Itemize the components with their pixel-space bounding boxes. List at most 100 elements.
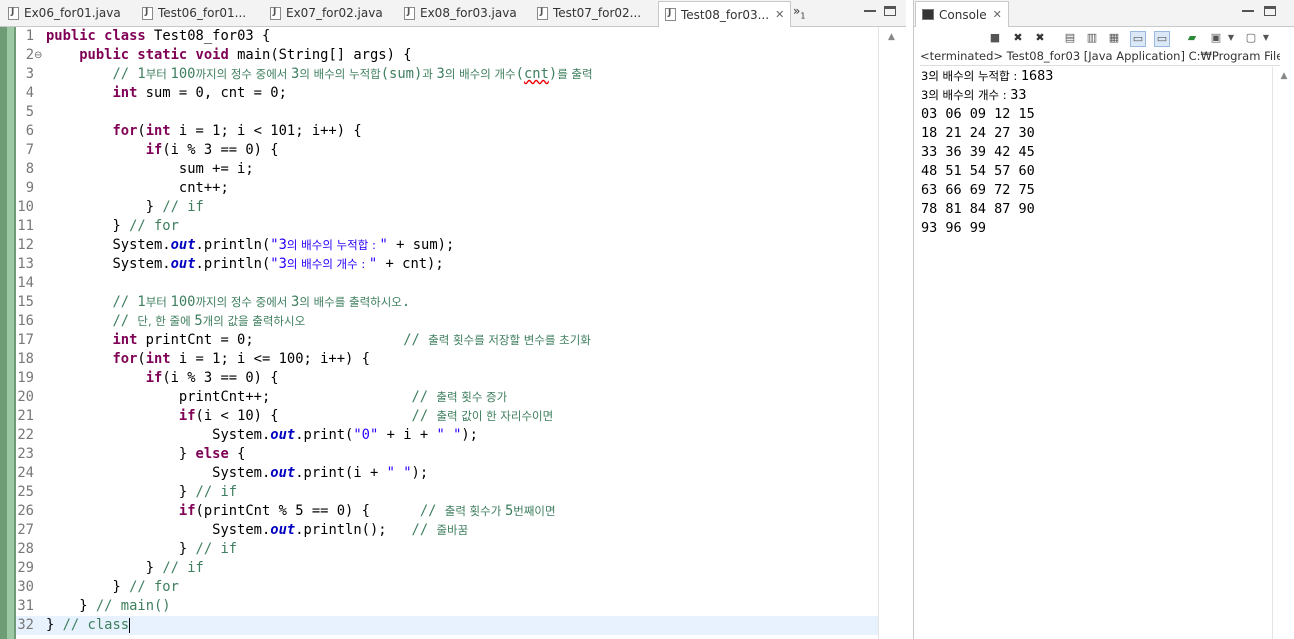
maximize-icon[interactable] <box>1264 6 1276 16</box>
code-line: 17 int printCnt = 0; // 출력 횟수를 저장할 변수를 초… <box>17 332 591 348</box>
code-line: 12 System.out.println("3의 배수의 누적합 : " + … <box>17 237 455 253</box>
word-wrap-icon[interactable]: ▦ <box>1107 31 1121 45</box>
line-number: 11 <box>17 218 34 234</box>
chevron-down-icon[interactable]: ▼ <box>1224 31 1238 45</box>
tab-console[interactable]: Console ✕ <box>915 1 1009 27</box>
close-tab-icon[interactable]: ✕ <box>993 8 1002 21</box>
line-number: 13 <box>17 256 34 272</box>
line-number: 22 <box>17 427 34 443</box>
code-line: 31 } // main() <box>17 598 171 614</box>
line-number: 10 <box>17 199 34 215</box>
tab-ex07-for02[interactable]: Ex07_for02.java <box>270 2 383 24</box>
code-line: 24 System.out.print(i + " "); <box>17 465 429 481</box>
tab-overflow-button[interactable]: »1 <box>793 4 805 20</box>
console-view[interactable]: Console ✕ ■ ✖ ✖ ▤ ▥ ▦ ▭ ▭ ▰ ▣ ▼ ▢ ▼ <term… <box>913 0 1294 639</box>
clear-console-icon[interactable]: ▤ <box>1063 31 1077 45</box>
code-line: 23 } else { <box>17 446 246 462</box>
line-number: 12 <box>17 237 34 253</box>
open-console-icon[interactable]: ▢ <box>1244 31 1258 45</box>
java-file-icon <box>537 6 548 20</box>
line-number: 14 <box>17 275 34 291</box>
line-number: 3 <box>25 66 34 82</box>
chevron-down-icon[interactable]: ▼ <box>1259 31 1273 45</box>
tab-label: Ex08_for03.java <box>420 6 517 20</box>
line-number: 21 <box>17 408 34 424</box>
code-line: 8 sum += i; <box>16 160 254 179</box>
code-line: 18 for(int i = 1; i <= 100; i++) { <box>17 351 370 367</box>
tab-label: Ex06_for01.java <box>24 6 121 20</box>
output-line: 48 51 54 57 60 <box>921 163 1035 179</box>
tab-label: Console <box>939 7 987 22</box>
line-number: 20 <box>17 389 34 405</box>
code-line: 14 <box>16 274 46 293</box>
code-line: 25 } // if <box>17 484 238 500</box>
java-editor[interactable]: Ex06_for01.java Test06_for01... Ex07_for… <box>0 0 907 639</box>
console-status-label: <terminated> Test08_for03 [Java Applicat… <box>920 49 1280 66</box>
editor-tab-bar: Ex06_for01.java Test06_for01... Ex07_for… <box>0 0 906 27</box>
code-line: 2 public static void main(String[] args)… <box>16 46 412 65</box>
minimize-icon[interactable] <box>864 6 876 12</box>
maximize-icon[interactable] <box>884 6 896 16</box>
code-line: 26 if(printCnt % 5 == 0) { // 출력 횟수가 5번째… <box>17 503 556 519</box>
java-file-icon <box>665 8 676 21</box>
console-output[interactable]: 3의 배수의 누적합 : 1683 3의 배수의 개수 : 33 03 06 0… <box>921 67 1053 238</box>
line-number: 19 <box>17 370 34 386</box>
line-number: 7 <box>25 142 34 158</box>
line-number: 27 <box>17 522 34 538</box>
code-line: 30 } // for <box>17 579 179 595</box>
editor-overview-ruler[interactable]: ▲ <box>878 27 907 639</box>
close-tab-icon[interactable]: ✕ <box>775 8 784 21</box>
line-number: 9 <box>25 180 34 196</box>
line-number: 31 <box>17 598 34 614</box>
fold-collapse-icon[interactable]: ⊖ <box>34 50 42 61</box>
tab-ex08-for03[interactable]: Ex08_for03.java <box>404 2 517 24</box>
scroll-up-icon[interactable]: ▲ <box>888 32 895 42</box>
tab-test07-for02[interactable]: Test07_for02... <box>537 2 641 24</box>
java-file-icon <box>8 6 19 20</box>
tab-ex06-for01[interactable]: Ex06_for01.java <box>8 2 121 24</box>
code-line: 21 if(i < 10) { // 출력 값이 한 자리수이면 <box>17 408 554 424</box>
code-line: 1 public class Test08_for03 { <box>16 27 271 46</box>
show-on-stderr-icon[interactable]: ▭ <box>1154 31 1170 47</box>
code-line: 15 // 1부터 100까지의 정수 중에서 3의 배수를 출력하시오. <box>17 294 411 310</box>
terminate-icon[interactable]: ■ <box>988 31 1002 45</box>
code-line: 16 // 단, 한 줄에 5개의 값을 출력하시오 <box>17 313 306 329</box>
line-number: 30 <box>17 579 34 595</box>
tab-label: Test07_for02... <box>553 6 642 20</box>
tab-label: Ex07_for02.java <box>286 6 383 20</box>
scroll-up-icon[interactable]: ▲ <box>1277 69 1291 83</box>
code-line: 9 cnt++; <box>16 179 229 198</box>
minimize-icon[interactable] <box>1242 6 1254 12</box>
display-selected-console-icon[interactable]: ▣ <box>1209 31 1223 45</box>
line-number: 29 <box>17 560 34 576</box>
line-number: 16 <box>17 313 34 329</box>
line-number: 32 <box>17 617 34 633</box>
output-line: 93 96 99 <box>921 220 987 236</box>
scroll-lock-icon[interactable]: ▥ <box>1085 31 1099 45</box>
hidden-tab-count: 1 <box>800 11 806 21</box>
console-tab-bar: Console ✕ <box>914 0 1294 27</box>
output-line: 78 81 84 87 90 <box>921 201 1035 217</box>
remove-launch-icon[interactable]: ✖ <box>1011 31 1025 45</box>
console-icon <box>922 9 934 20</box>
line-number: 24 <box>17 465 34 481</box>
console-toolbar: ■ ✖ ✖ ▤ ▥ ▦ ▭ ▭ ▰ ▣ ▼ ▢ ▼ <box>914 27 1294 49</box>
code-area[interactable]: 1 public class Test08_for03 { 2 public st… <box>16 27 878 639</box>
code-line: 20 printCnt++; // 출력 횟수 증가 <box>17 389 508 405</box>
code-line: 29 } // if <box>17 560 204 576</box>
console-scrollbar[interactable]: ▲ <box>1272 67 1294 639</box>
code-line: 3 // 1부터 100까지의 정수 중에서 3의 배수의 누적합(sum)과 … <box>16 65 593 84</box>
remove-all-terminated-icon[interactable]: ✖ <box>1033 31 1047 45</box>
code-line: 22 System.out.print("0" + i + " "); <box>17 427 478 443</box>
output-line: 3의 배수의 개수 : 33 <box>921 87 1027 103</box>
line-number: 25 <box>17 484 34 500</box>
code-line: 27 System.out.println(); // 줄바꿈 <box>17 522 469 538</box>
java-file-icon <box>142 6 153 20</box>
java-file-icon <box>404 6 415 20</box>
tab-test06-for01[interactable]: Test06_for01... <box>142 2 246 24</box>
output-line: 3의 배수의 누적합 : 1683 <box>921 68 1054 84</box>
tab-test08-for03[interactable]: Test08_for03... ✕ <box>658 1 792 27</box>
code-line: 28 } // if <box>17 541 238 557</box>
show-on-stdout-icon[interactable]: ▭ <box>1130 31 1146 47</box>
pin-console-icon[interactable]: ▰ <box>1185 31 1199 45</box>
